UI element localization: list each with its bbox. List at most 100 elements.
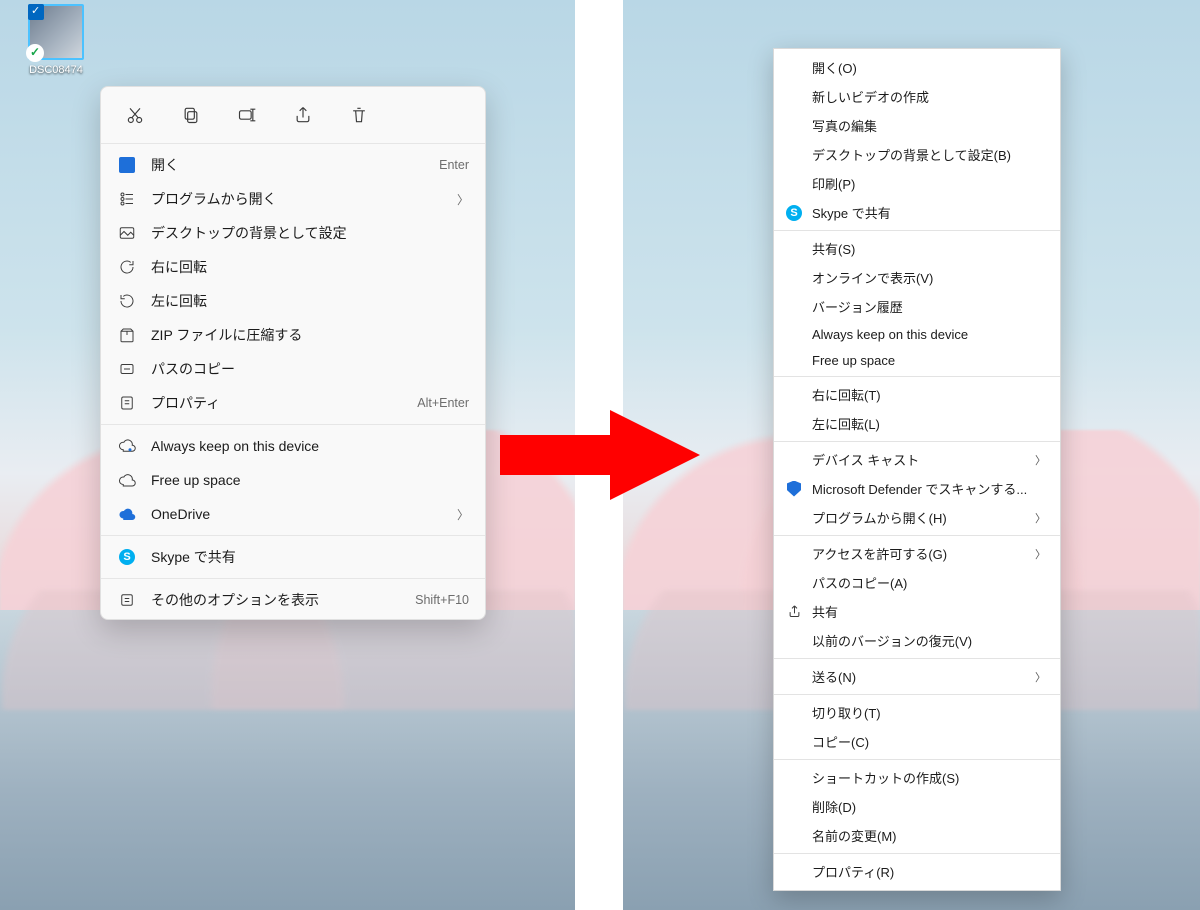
separator [774, 694, 1060, 695]
separator [774, 853, 1060, 854]
menu-share-s[interactable]: 共有(S) [774, 234, 1060, 263]
delete-icon[interactable] [345, 101, 373, 129]
cut-icon[interactable] [121, 101, 149, 129]
chevron-right-icon: 〉 [1035, 546, 1046, 562]
menu-properties[interactable]: プロパティ Alt+Enter [101, 386, 485, 420]
context-menu-modern: 開く Enter プログラムから開く 〉 デスクトップの背景として設定 右に回転… [100, 86, 486, 620]
menu-version-history[interactable]: バージョン履歴 [774, 292, 1060, 321]
chevron-right-icon: 〉 [457, 191, 469, 208]
menu-skype-share[interactable]: SSkype で共有 [774, 198, 1060, 227]
menu-open-label: 開く [151, 155, 439, 175]
defender-icon [784, 481, 804, 497]
menu-rotate-right-label: 右に回転 [151, 257, 469, 277]
separator [774, 441, 1060, 442]
menu-free-up-space[interactable]: Free up space [774, 347, 1060, 373]
menu-compress-zip[interactable]: ZIP ファイルに圧縮する [101, 318, 485, 352]
separator [101, 143, 485, 144]
separator [774, 658, 1060, 659]
menu-copy-path[interactable]: パスのコピー [101, 352, 485, 386]
desktop-file-selected[interactable]: DSC08474 [20, 4, 92, 76]
menu-give-access[interactable]: アクセスを許可する(G)〉 [774, 539, 1060, 568]
cloud-icon [115, 470, 139, 490]
menu-open[interactable]: 開く(O) [774, 53, 1060, 82]
separator [774, 230, 1060, 231]
menu-defender-scan[interactable]: Microsoft Defender でスキャンする... [774, 474, 1060, 503]
menu-restore-version[interactable]: 以前のバージョンの復元(V) [774, 626, 1060, 655]
menu-create-shortcut[interactable]: ショートカットの作成(S) [774, 763, 1060, 792]
menu-send-to[interactable]: 送る(N)〉 [774, 662, 1060, 691]
right-panel: 開く(O) 新しいビデオの作成 写真の編集 デスクトップの背景として設定(B) … [623, 0, 1200, 910]
menu-open-hint: Enter [439, 158, 469, 172]
menu-copy-path[interactable]: パスのコピー(A) [774, 568, 1060, 597]
menu-device-cast[interactable]: デバイス キャスト〉 [774, 445, 1060, 474]
menu-onedrive[interactable]: OneDrive 〉 [101, 497, 485, 531]
menu-always-keep[interactable]: Always keep on this device [101, 429, 485, 463]
menu-edit-photo[interactable]: 写真の編集 [774, 111, 1060, 140]
menu-free-up-space-label: Free up space [151, 472, 469, 488]
menu-delete[interactable]: 削除(D) [774, 792, 1060, 821]
copy-icon[interactable] [177, 101, 205, 129]
menu-view-online[interactable]: オンラインで表示(V) [774, 263, 1060, 292]
file-thumbnail [28, 4, 84, 60]
menu-show-more-options[interactable]: その他のオプションを表示 Shift+F10 [101, 583, 485, 617]
onedrive-icon [115, 504, 139, 524]
menu-rotate-left[interactable]: 左に回転 [101, 284, 485, 318]
menu-set-background[interactable]: デスクトップの背景として設定 [101, 216, 485, 250]
onedrive-synced-icon [26, 44, 44, 62]
menu-rename[interactable]: 名前の変更(M) [774, 821, 1060, 850]
menu-open[interactable]: 開く Enter [101, 148, 485, 182]
left-panel: DSC08474 開く Enter プログラムから開く 〉 デスクトップの背景と… [0, 0, 575, 910]
menu-rotate-left-label: 左に回転 [151, 291, 469, 311]
share-icon [784, 604, 804, 620]
menu-show-more-hint: Shift+F10 [415, 593, 469, 607]
chevron-right-icon: 〉 [1035, 452, 1046, 468]
zip-icon [115, 325, 139, 345]
menu-set-background[interactable]: デスクトップの背景として設定(B) [774, 140, 1060, 169]
rotate-right-icon [115, 257, 139, 277]
separator [101, 578, 485, 579]
menu-print[interactable]: 印刷(P) [774, 169, 1060, 198]
chevron-right-icon: 〉 [457, 506, 469, 523]
selection-check-icon [28, 4, 44, 20]
menu-properties-label: プロパティ [151, 393, 417, 413]
chevron-right-icon: 〉 [1035, 669, 1046, 685]
share-icon[interactable] [289, 101, 317, 129]
file-name-label: DSC08474 [20, 64, 92, 76]
more-options-icon [115, 590, 139, 610]
menu-rotate-right[interactable]: 右に回転 [101, 250, 485, 284]
wallpaper-icon [115, 223, 139, 243]
rename-icon[interactable] [233, 101, 261, 129]
menu-free-up-space[interactable]: Free up space [101, 463, 485, 497]
menu-always-keep-label: Always keep on this device [151, 438, 469, 454]
transition-arrow [500, 400, 700, 510]
menu-properties[interactable]: プロパティ(R) [774, 857, 1060, 886]
separator [101, 535, 485, 536]
menu-open-with-label: プログラムから開く [151, 189, 449, 209]
menu-compress-zip-label: ZIP ファイルに圧縮する [151, 325, 469, 345]
menu-copy[interactable]: コピー(C) [774, 727, 1060, 756]
context-menu-legacy: 開く(O) 新しいビデオの作成 写真の編集 デスクトップの背景として設定(B) … [773, 48, 1061, 891]
menu-onedrive-label: OneDrive [151, 506, 449, 522]
menu-set-background-label: デスクトップの背景として設定 [151, 223, 469, 243]
menu-copy-path-label: パスのコピー [151, 359, 469, 379]
menu-open-with[interactable]: プログラムから開く 〉 [101, 182, 485, 216]
menu-always-keep[interactable]: Always keep on this device [774, 321, 1060, 347]
open-with-icon [115, 189, 139, 209]
menu-rotate-left[interactable]: 左に回転(L) [774, 409, 1060, 438]
quick-action-row [101, 93, 485, 139]
menu-cut[interactable]: 切り取り(T) [774, 698, 1060, 727]
menu-show-more-label: その他のオプションを表示 [151, 590, 415, 610]
properties-icon [115, 393, 139, 413]
separator [101, 424, 485, 425]
cloud-pin-icon [115, 436, 139, 456]
separator [774, 535, 1060, 536]
skype-icon: S [115, 547, 139, 567]
menu-share[interactable]: 共有 [774, 597, 1060, 626]
skype-icon: S [784, 205, 804, 221]
menu-skype-share[interactable]: S Skype で共有 [101, 540, 485, 574]
menu-open-with[interactable]: プログラムから開く(H)〉 [774, 503, 1060, 532]
rotate-left-icon [115, 291, 139, 311]
menu-create-video[interactable]: 新しいビデオの作成 [774, 82, 1060, 111]
menu-rotate-right[interactable]: 右に回転(T) [774, 380, 1060, 409]
copy-path-icon [115, 359, 139, 379]
